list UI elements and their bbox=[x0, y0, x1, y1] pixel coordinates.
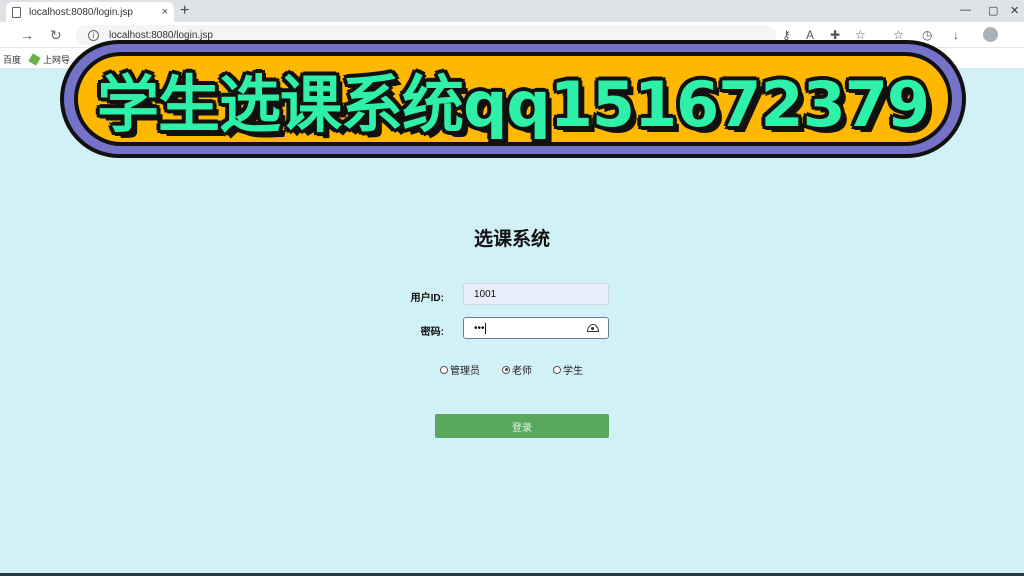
close-window-icon[interactable]: ✕ bbox=[1010, 4, 1019, 17]
forward-icon[interactable]: → bbox=[20, 27, 34, 43]
password-value: ••• bbox=[474, 322, 485, 334]
radio-circle bbox=[440, 365, 448, 374]
user-id-input[interactable]: 1001 bbox=[463, 283, 609, 305]
role-label: 管理员 bbox=[450, 366, 480, 377]
bookmark-icon bbox=[28, 53, 41, 66]
login-button[interactable]: 登录 bbox=[435, 414, 609, 438]
password-input[interactable]: ••• bbox=[463, 317, 609, 339]
bookmark-item[interactable]: 百度 bbox=[3, 53, 21, 66]
role-admin-radio[interactable]: 管理员 bbox=[440, 362, 480, 377]
close-tab-icon[interactable]: × bbox=[162, 6, 168, 18]
url-text: localhost:8080/login.jsp bbox=[109, 29, 213, 41]
radio-circle-checked bbox=[502, 365, 510, 374]
text-cursor bbox=[484, 322, 486, 334]
refresh-icon[interactable]: ↻ bbox=[50, 27, 62, 44]
eye-icon[interactable] bbox=[587, 324, 599, 332]
avatar[interactable] bbox=[983, 27, 998, 42]
role-teacher-radio[interactable]: 老师 bbox=[502, 362, 532, 377]
page-icon bbox=[12, 6, 21, 18]
tab-bar: localhost:8080/login.jsp × + — ▢ ✕ bbox=[0, 0, 1024, 22]
banner-text: 学生选课系统qq151672379 bbox=[96, 68, 930, 141]
new-tab-button[interactable]: + bbox=[180, 2, 189, 20]
role-label: 老师 bbox=[512, 366, 532, 377]
banner-inner: 学生选课系统qq151672379 bbox=[74, 52, 952, 146]
page-title: 选课系统 bbox=[473, 228, 550, 250]
role-student-radio[interactable]: 学生 bbox=[553, 362, 583, 377]
password-label: 密码: bbox=[420, 327, 444, 338]
info-icon[interactable]: i bbox=[88, 29, 99, 41]
browser-tab[interactable]: localhost:8080/login.jsp × bbox=[6, 2, 174, 22]
download-icon[interactable]: ↓ bbox=[953, 28, 959, 42]
bookmark-label: 上网导 bbox=[43, 55, 71, 65]
bookmark-item[interactable]: 上网导 bbox=[28, 53, 71, 66]
history-icon[interactable]: ◷ bbox=[922, 28, 932, 42]
user-id-value: 1001 bbox=[474, 288, 497, 300]
radio-circle bbox=[553, 365, 561, 374]
role-label: 学生 bbox=[563, 366, 583, 377]
minimize-icon[interactable]: — bbox=[960, 4, 971, 16]
tab-title: localhost:8080/login.jsp bbox=[29, 6, 133, 18]
user-id-label: 用户ID: bbox=[410, 293, 444, 304]
restore-icon[interactable]: ▢ bbox=[988, 4, 998, 17]
title-banner: 学生选课系统qq151672379 bbox=[60, 40, 966, 158]
